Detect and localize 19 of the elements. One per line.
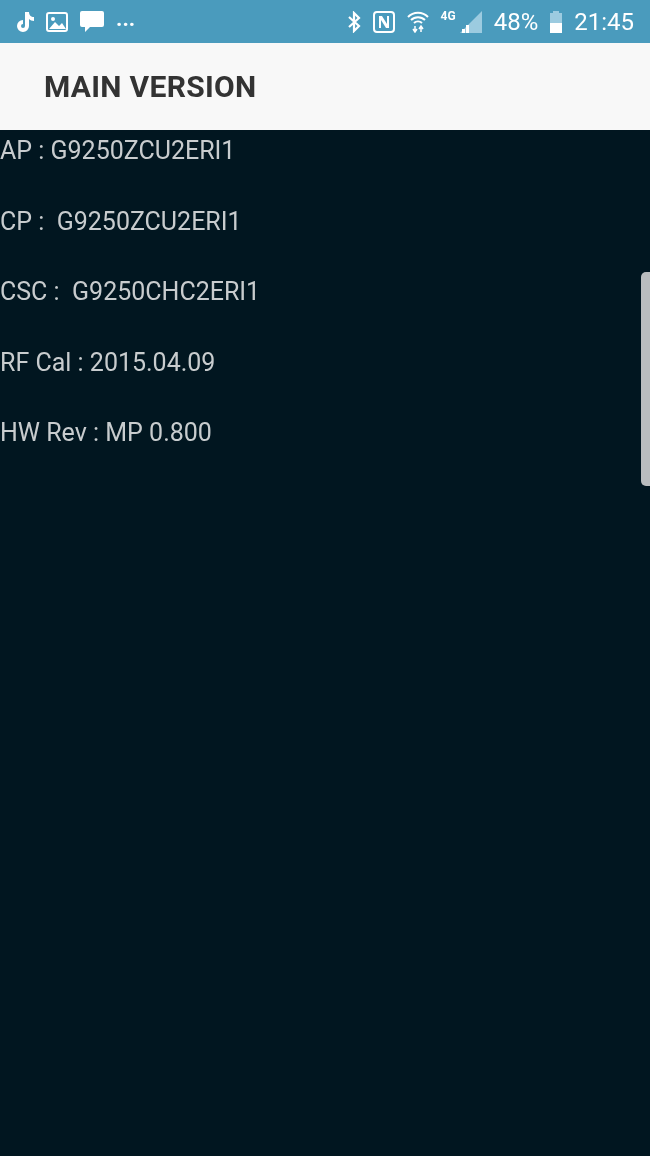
version-info-line: RF Cal : 2015.04.09: [0, 347, 217, 379]
version-info-line: CSC : G9250CHC2ERI1: [0, 277, 262, 308]
music-note-icon: [16, 11, 34, 32]
more-notifications: ...: [116, 7, 136, 30]
image-icon: [46, 11, 68, 32]
clock: 21:45: [574, 7, 634, 36]
version-info-line: HW Rev : MP 0.800: [0, 418, 213, 449]
chat-bubble-icon: [80, 10, 104, 33]
network-type: 4G: [440, 9, 456, 23]
battery-percentage: 48%: [493, 7, 539, 36]
version-info-line: AP : G9250ZCU2ERI1: [0, 136, 237, 167]
signal-icon: [459, 10, 482, 33]
scrollbar[interactable]: [641, 272, 650, 486]
nfc-icon: [372, 10, 395, 33]
battery-icon: [550, 10, 563, 33]
version-info-line: CP : G9250ZCU2ERI1: [0, 206, 243, 238]
wifi-icon: [406, 10, 429, 33]
bluetooth-icon: [346, 10, 361, 33]
screen-title: MAIN VERSION: [44, 69, 257, 104]
